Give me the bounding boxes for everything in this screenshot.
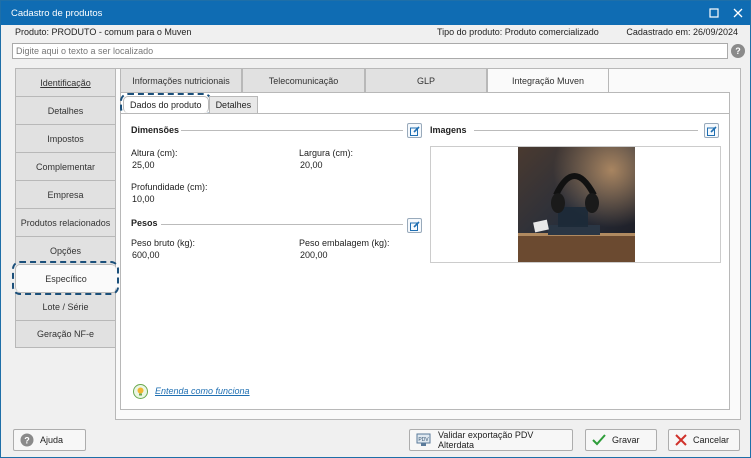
- registered-date: Cadastrado em: 26/09/2024: [626, 27, 738, 37]
- altura-label: Altura (cm):: [131, 148, 178, 158]
- question-icon: ?: [20, 433, 34, 447]
- save-button[interactable]: Gravar: [585, 429, 657, 451]
- subtab-bar: Dados do produto Detalhes: [120, 93, 259, 116]
- edit-weights-button[interactable]: [407, 218, 422, 233]
- images-title: Imagens: [430, 125, 467, 135]
- largura-label: Largura (cm):: [299, 148, 354, 158]
- image-box[interactable]: [430, 146, 721, 263]
- divider: [474, 130, 698, 131]
- validate-export-label: Validar exportação PDV Alterdata: [438, 430, 534, 450]
- help-link[interactable]: Entenda como funciona: [155, 386, 250, 396]
- peso-embalagem-label: Peso embalagem (kg):: [299, 238, 390, 248]
- sidebar: Identificação Detalhes Impostos Compleme…: [12, 68, 119, 348]
- sidebar-item-impostos[interactable]: Impostos: [15, 124, 116, 152]
- help-button[interactable]: ? Ajuda: [13, 429, 86, 451]
- product-registration-window: Cadastro de produtos Produto: PRODUTO - …: [0, 0, 751, 458]
- altura-value: 25,00: [132, 160, 155, 170]
- svg-text:PDV: PDV: [418, 437, 429, 443]
- cancel-button[interactable]: Cancelar: [668, 429, 740, 451]
- edit-dimensions-button[interactable]: [407, 123, 422, 138]
- sidebar-item-geracao-nfe[interactable]: Geração NF-e: [15, 320, 116, 348]
- maximize-icon[interactable]: [702, 1, 726, 25]
- save-button-label: Gravar: [612, 435, 640, 445]
- largura-value: 20,00: [300, 160, 323, 170]
- lightbulb-icon: [133, 384, 148, 399]
- sidebar-item-identificacao[interactable]: Identificação: [15, 68, 116, 96]
- tab-glp[interactable]: GLP: [365, 68, 487, 92]
- check-icon: [592, 434, 606, 446]
- profundidade-value: 10,00: [132, 194, 155, 204]
- tab-informacoes-nutricionais[interactable]: Informações nutricionais: [120, 68, 242, 92]
- cancel-button-label: Cancelar: [693, 435, 730, 445]
- product-type: Tipo do produto: Produto comercializado: [437, 27, 599, 37]
- peso-bruto-label: Peso bruto (kg):: [131, 238, 196, 248]
- tab-bar: Informações nutricionais Telecomunicação…: [120, 68, 609, 93]
- tab-telecomunicacao[interactable]: Telecomunicação: [242, 68, 365, 92]
- x-icon: [675, 434, 687, 446]
- sidebar-item-especifico[interactable]: Específico: [12, 261, 119, 295]
- sidebar-item-complementar[interactable]: Complementar: [15, 152, 116, 180]
- edit-icon: [409, 125, 420, 136]
- svg-text:?: ?: [24, 436, 30, 446]
- weights-title: Pesos: [131, 218, 158, 228]
- title-bar: Cadastro de produtos: [1, 1, 750, 25]
- edit-images-button[interactable]: [704, 123, 719, 138]
- footer: ? Ajuda PDV Validar exportação PDV Alter…: [1, 423, 750, 457]
- dimensions-title: Dimensões: [131, 125, 180, 135]
- edit-icon: [706, 125, 717, 136]
- peso-embalagem-value: 200,00: [300, 250, 328, 260]
- subtab-detalhes[interactable]: Detalhes: [208, 96, 259, 113]
- sidebar-item-detalhes[interactable]: Detalhes: [15, 96, 116, 124]
- subtab-dados-do-produto[interactable]: Dados do produto: [120, 93, 212, 116]
- sidebar-item-empresa[interactable]: Empresa: [15, 180, 116, 208]
- sidebar-item-opcoes[interactable]: Opções: [15, 236, 116, 264]
- sidebar-item-produtos-relacionados[interactable]: Produtos relacionados: [15, 208, 116, 236]
- peso-bruto-value: 600,00: [132, 250, 160, 260]
- divider: [161, 224, 403, 225]
- profundidade-label: Profundidade (cm):: [131, 182, 208, 192]
- product-info-bar: Produto: PRODUTO - comum para o Muven Ti…: [15, 27, 738, 41]
- help-button-label: Ajuda: [40, 435, 64, 445]
- sidebar-item-lote-serie[interactable]: Lote / Série: [15, 292, 116, 320]
- tab-integracao-muven[interactable]: Integração Muven: [487, 68, 609, 93]
- search-input[interactable]: Digite aqui o texto a ser localizado: [12, 43, 728, 59]
- close-icon[interactable]: [726, 1, 750, 25]
- help-icon[interactable]: ?: [731, 44, 745, 58]
- window-title: Cadastro de produtos: [11, 7, 103, 19]
- product-data-panel: Dimensões Altura (cm): 25,00 Largura (cm…: [121, 113, 729, 409]
- edit-icon: [409, 220, 420, 231]
- pdv-icon: PDV: [416, 433, 432, 447]
- product-photo: [518, 147, 635, 262]
- validate-export-button[interactable]: PDV Validar exportação PDV Alterdata: [409, 429, 573, 451]
- divider: [181, 130, 403, 131]
